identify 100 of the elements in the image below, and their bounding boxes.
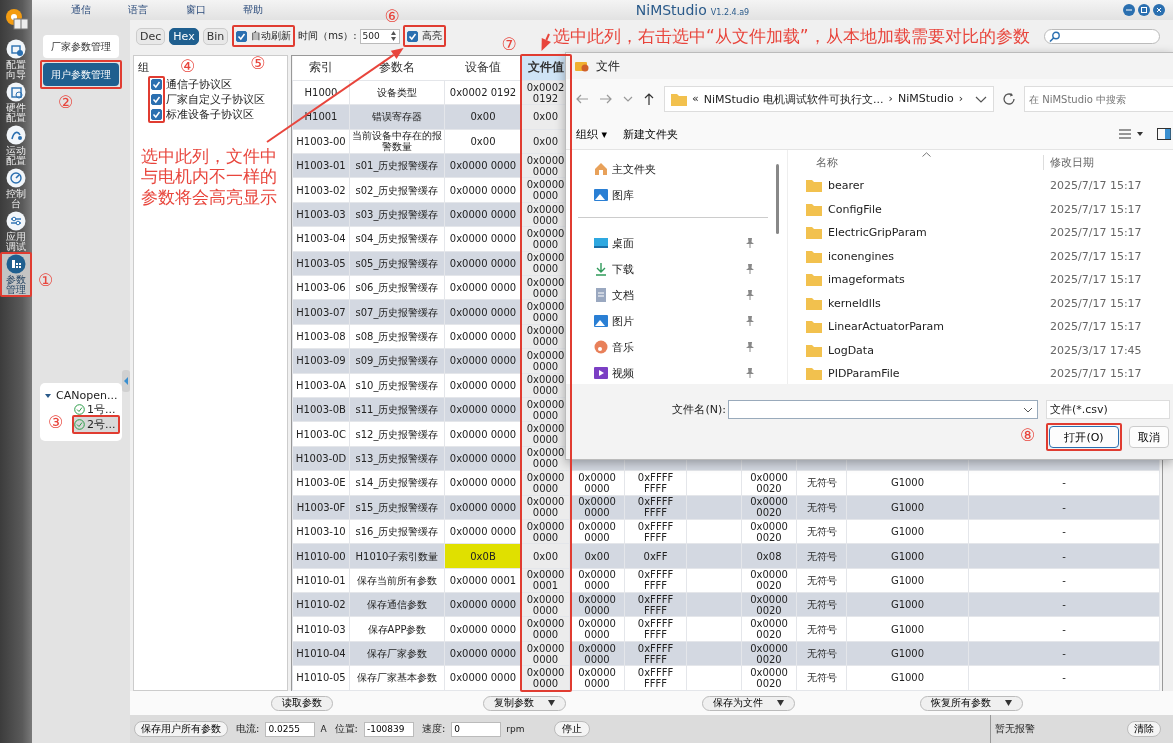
check-circle-icon [74, 419, 85, 430]
nav-item[interactable]: 配置向导 [1, 38, 31, 81]
column-header[interactable]: 名称 [816, 154, 922, 170]
folder-icon [806, 202, 822, 216]
stop-button[interactable]: 停止 [554, 721, 591, 737]
table-cell: s09_历史报警缓存 [349, 348, 445, 374]
column-header[interactable]: 修改日期 [1043, 154, 1094, 170]
table-cell: s03_历史报警缓存 [349, 202, 445, 227]
checkbox[interactable] [151, 79, 162, 90]
nav-item[interactable]: 应用调试 [1, 210, 31, 253]
address-bar[interactable]: « NiMStudio 电机调试软件可执行文... › NiMStudio › [664, 86, 994, 112]
tree-item[interactable]: CANopen... [56, 389, 118, 402]
folder-icon [806, 273, 822, 287]
clear-button[interactable]: 清除 [1127, 721, 1161, 737]
table-cell: H1003-06 [292, 275, 350, 300]
gauge-icon [6, 168, 26, 188]
file-row[interactable]: ConfigFile 2025/7/17 15:17 [788, 197, 1173, 221]
mode-button[interactable]: 用户参数管理 [43, 63, 119, 86]
nav-item[interactable]: 硬件配置 [1, 81, 31, 124]
chevron-down-icon [623, 96, 633, 102]
checkbox[interactable] [406, 30, 418, 42]
menu-item[interactable]: 帮助 [224, 3, 282, 17]
file-row[interactable]: PIDParamFile 2025/7/17 15:17 [788, 362, 1173, 386]
search-field[interactable] [1044, 28, 1160, 44]
folder-icon [806, 226, 822, 240]
nav-item[interactable]: 控制台 [1, 167, 31, 210]
table-cell: G1000 [846, 470, 969, 496]
search-field[interactable]: 在 NiMStudio 中搜索 [1024, 86, 1173, 112]
checkbox[interactable] [151, 94, 162, 105]
readout-field[interactable]: 0 [451, 721, 502, 737]
navigation-item[interactable]: 文档 [570, 282, 760, 308]
nav-item[interactable]: 运动配置 [1, 124, 31, 167]
checkbox-label: 高亮 [421, 29, 442, 43]
table-cell: s05_历史报警缓存 [349, 251, 445, 276]
navigation-item[interactable]: 下载 [570, 256, 760, 282]
caret-down-icon [776, 700, 784, 706]
navigation-item[interactable]: 图片 [570, 308, 760, 334]
open-button[interactable]: 打开(O) [1049, 426, 1119, 448]
menu-item[interactable]: 窗口 [167, 3, 225, 17]
navigation-item[interactable]: 音乐 [570, 334, 760, 360]
save-button[interactable]: 保存用户所有参数 [134, 721, 228, 737]
action-button[interactable]: 恢复所有参数 [919, 695, 1023, 711]
format-toggle[interactable]: Dec [136, 27, 166, 45]
highlight-frame [148, 76, 165, 123]
path-segment[interactable]: › [888, 91, 893, 107]
command-button[interactable]: 新建文件夹 [621, 126, 681, 142]
format-toggle[interactable]: Hex [169, 27, 199, 45]
readout-field[interactable]: -100839 [363, 721, 414, 737]
checkbox[interactable] [151, 109, 162, 120]
grid-icon [6, 254, 26, 274]
action-button[interactable]: 读取参数 [270, 695, 333, 711]
file-type-dropdown[interactable]: 文件(*.csv) [1046, 400, 1170, 419]
cancel-button[interactable]: 取消 [1129, 426, 1169, 448]
step-marker: ⑤ [250, 55, 266, 72]
mode-button[interactable]: 厂家参数管理 [43, 35, 119, 58]
path-segment[interactable]: « [692, 91, 699, 107]
table-cell: H1003-0F [292, 495, 350, 520]
file-row[interactable]: LinearActuatorParam 2025/7/17 15:17 [788, 315, 1173, 339]
interval-spinbox[interactable]: 500 [359, 28, 400, 44]
path-segment[interactable]: NiMStudio 电机调试软件可执行文... [703, 91, 884, 107]
action-button[interactable]: 保存为文件 [701, 695, 795, 711]
table-cell: H1003-0E [292, 470, 350, 496]
table-cell: H1003-0B [292, 397, 350, 422]
filename-field[interactable] [728, 400, 1038, 419]
navigation-item[interactable]: 主文件夹 [570, 156, 760, 182]
path-segment[interactable]: NiMStudio [897, 91, 954, 107]
format-toggle[interactable]: Bin [202, 27, 229, 45]
checkbox[interactable] [236, 30, 248, 42]
table-cell: 保存厂家基本参数 [349, 665, 445, 691]
navigation-item[interactable]: 视频 [570, 360, 760, 386]
tree-item[interactable]: 2号... [74, 417, 118, 432]
navigation-item[interactable]: 桌面 [570, 230, 760, 256]
menu-item[interactable]: 语言 [109, 3, 167, 17]
tree-item[interactable]: 1号... [74, 402, 118, 417]
table-cell: H1010-03 [292, 617, 350, 642]
table-cell: 保存APP参数 [349, 617, 445, 642]
action-button[interactable]: 复制参数 [483, 695, 567, 711]
path-segment[interactable]: › [958, 91, 964, 107]
restore-icon [1138, 4, 1150, 16]
file-row[interactable]: iconengines 2025/7/17 15:17 [788, 244, 1173, 268]
video-icon [594, 366, 608, 380]
file-row[interactable]: LogData 2025/3/17 17:45 [788, 338, 1173, 362]
file-row[interactable]: kerneldlls 2025/7/17 15:17 [788, 291, 1173, 315]
scrollbar-thumb[interactable] [776, 164, 779, 234]
table-cell: s07_历史报警缓存 [349, 299, 445, 325]
highlight-frame [232, 25, 296, 47]
table-cell: - [968, 470, 1160, 496]
step-marker: ⑦ [501, 36, 517, 53]
folder-icon [806, 320, 822, 334]
file-row[interactable]: imageformats 2025/7/17 15:17 [788, 268, 1173, 292]
file-row[interactable]: bearer 2025/7/17 15:17 [788, 174, 1173, 198]
readout-field[interactable]: 0.0255 [265, 721, 316, 737]
file-row[interactable]: ElectricGripParam 2025/7/17 15:17 [788, 221, 1173, 245]
table-cell: H1003-08 [292, 324, 350, 349]
command-button[interactable]: 组织 ▾ [574, 126, 610, 142]
table-cell: - [968, 495, 1160, 520]
preview-pane-icon [1157, 128, 1171, 140]
table-cell: H1003-02 [292, 177, 350, 203]
menu-item[interactable]: 通信 [52, 3, 110, 17]
navigation-item[interactable]: 图库 [570, 182, 760, 208]
